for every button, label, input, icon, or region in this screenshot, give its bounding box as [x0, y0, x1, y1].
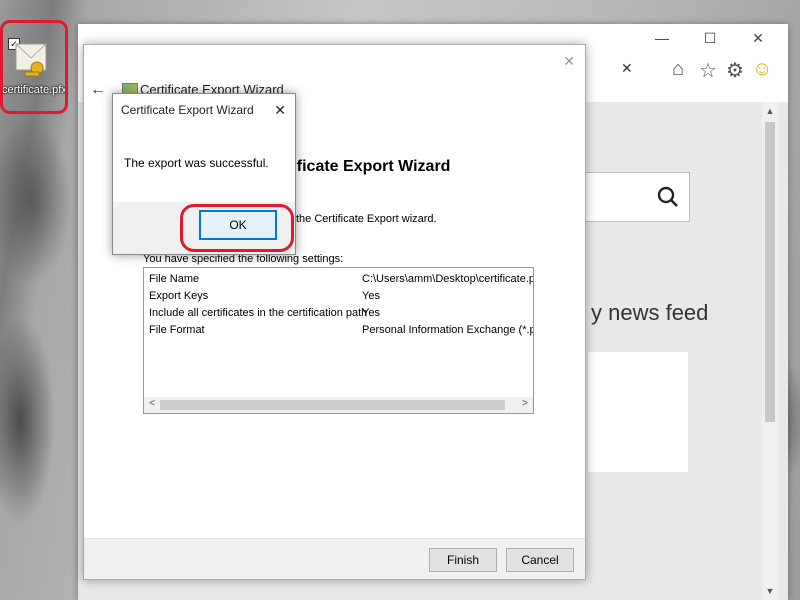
search-icon[interactable] — [657, 186, 679, 208]
scroll-right-icon[interactable]: > — [518, 398, 532, 409]
wizard-intro-text: the Certificate Export wizard. — [296, 213, 437, 225]
scroll-left-icon[interactable]: < — [145, 398, 159, 409]
news-card[interactable] — [588, 352, 688, 472]
highlight-ring-icon — [0, 20, 68, 114]
search-box[interactable] — [578, 172, 690, 222]
settings-value: Yes — [362, 307, 380, 319]
scroll-up-icon[interactable]: ▲ — [762, 106, 778, 116]
dialog-title: Certificate Export Wizard — [121, 103, 254, 117]
cancel-button[interactable]: Cancel — [506, 548, 574, 572]
hscroll-thumb[interactable] — [160, 400, 505, 410]
minimize-icon[interactable]: — — [652, 30, 672, 46]
highlight-ring-ok — [180, 204, 294, 252]
scroll-thumb[interactable] — [765, 122, 775, 422]
wizard-close-icon[interactable]: ✕ — [563, 53, 575, 70]
settings-row: File Name C:\Users\amm\Desktop\certifica… — [149, 273, 533, 289]
settings-row: Export Keys Yes — [149, 290, 533, 306]
settings-value: Personal Information Exchange (*.pfx — [362, 324, 534, 336]
dialog-close-icon[interactable]: ✕ — [274, 102, 286, 119]
wizard-heading: tificate Export Wizard — [287, 158, 451, 175]
settings-horizontal-scrollbar[interactable]: < > — [144, 397, 533, 413]
scroll-down-icon[interactable]: ▼ — [762, 586, 778, 596]
settings-row: Include all certificates in the certific… — [149, 307, 533, 323]
settings-list[interactable]: File Name C:\Users\amm\Desktop\certifica… — [143, 267, 534, 414]
settings-key: File Format — [149, 324, 205, 336]
address-clear-icon[interactable]: ✕ — [621, 60, 633, 77]
settings-value: C:\Users\amm\Desktop\certificate.pfx — [362, 273, 534, 285]
home-icon[interactable]: ⌂ — [672, 58, 684, 81]
settings-row: File Format Personal Information Exchang… — [149, 324, 533, 340]
star-icon[interactable]: ☆ — [699, 58, 717, 83]
wizard-footer: Finish Cancel — [84, 538, 585, 579]
maximize-icon[interactable]: ☐ — [700, 30, 720, 47]
browser-vertical-scrollbar[interactable]: ▲ ▼ — [762, 102, 778, 600]
close-icon[interactable]: ✕ — [748, 30, 768, 47]
dialog-message: The export was successful. — [124, 156, 269, 170]
finish-button[interactable]: Finish — [429, 548, 497, 572]
gear-icon[interactable]: ⚙ — [726, 58, 744, 83]
back-arrow-icon[interactable]: ← — [90, 81, 106, 99]
news-feed-heading: y news feed — [591, 300, 709, 325]
smiley-icon[interactable]: ☺ — [752, 58, 772, 81]
settings-key: File Name — [149, 273, 200, 285]
settings-key: Include all certificates in the certific… — [149, 307, 368, 319]
settings-value: Yes — [362, 290, 380, 302]
settings-key: Export Keys — [149, 290, 209, 302]
